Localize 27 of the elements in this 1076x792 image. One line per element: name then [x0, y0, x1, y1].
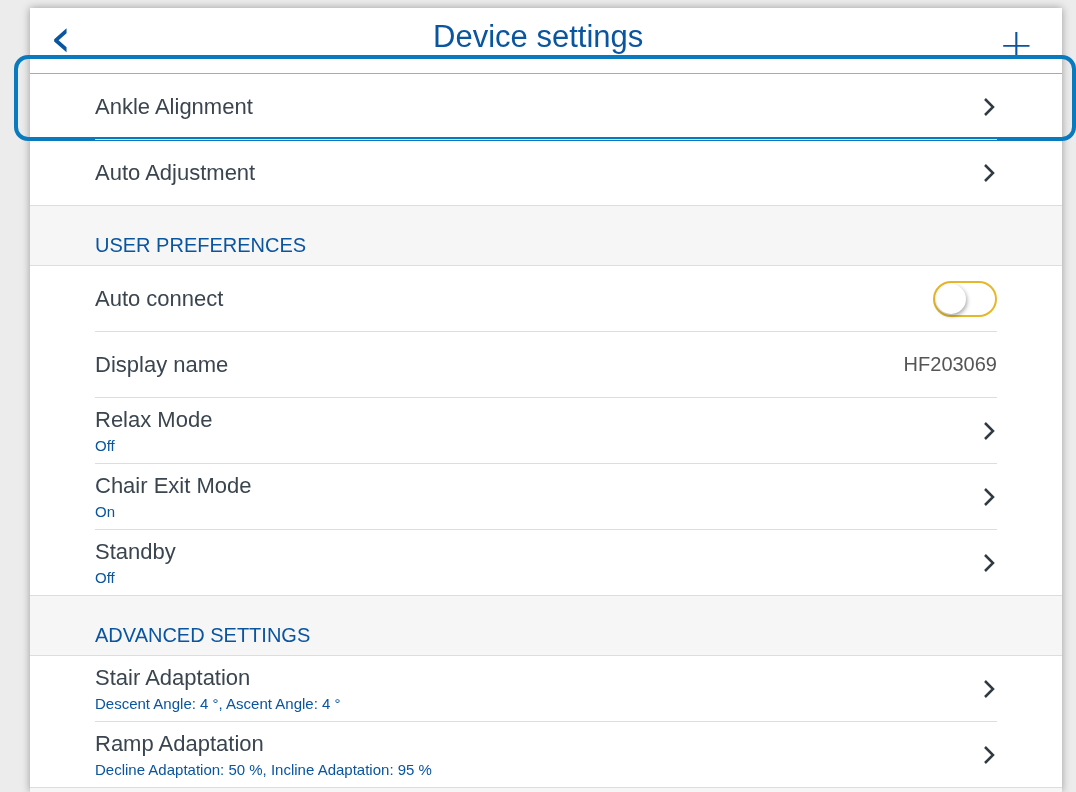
back-button[interactable]: ‹ — [44, 10, 78, 71]
row-label[interactable]: Display name — [95, 351, 229, 378]
chevron-icon — [983, 678, 995, 699]
row-subtitle: On — [95, 503, 116, 520]
row-value: HF203069 — [903, 353, 997, 376]
row-subtitle: Off — [95, 569, 116, 586]
chevron-icon — [983, 552, 995, 573]
row-label[interactable]: Ankle Alignment — [95, 93, 253, 120]
row-label[interactable]: Stair Adaptation — [95, 665, 341, 691]
row-label[interactable]: Ramp Adaptation — [95, 731, 432, 757]
chevron-icon — [983, 420, 995, 441]
row-label[interactable]: Chair Exit Mode — [95, 473, 252, 499]
section-title: ADVANCED SETTINGS — [95, 624, 311, 647]
row-label[interactable]: Auto Adjustment — [95, 159, 256, 186]
toggle-switch[interactable] — [933, 280, 997, 317]
chevron-icon — [983, 96, 995, 117]
chevron-icon — [983, 162, 995, 183]
row-subtitle: Off — [95, 437, 116, 454]
section-title: USER PREFERENCES — [95, 234, 307, 257]
row-label[interactable]: Standby — [95, 539, 176, 565]
chevron-icon — [983, 744, 995, 765]
row-subtitle: Decline Adaptation: 50 %, Incline Adaptation: 95 % — [95, 761, 432, 778]
row-label[interactable]: Relax Mode — [95, 407, 213, 433]
row-subtitle: Descent Angle: 4 °, Ascent Angle: 4 ° — [95, 695, 341, 712]
row-label[interactable]: Auto connect — [95, 285, 224, 312]
page-title: Device settings — [433, 18, 644, 56]
chevron-icon — [983, 486, 995, 507]
